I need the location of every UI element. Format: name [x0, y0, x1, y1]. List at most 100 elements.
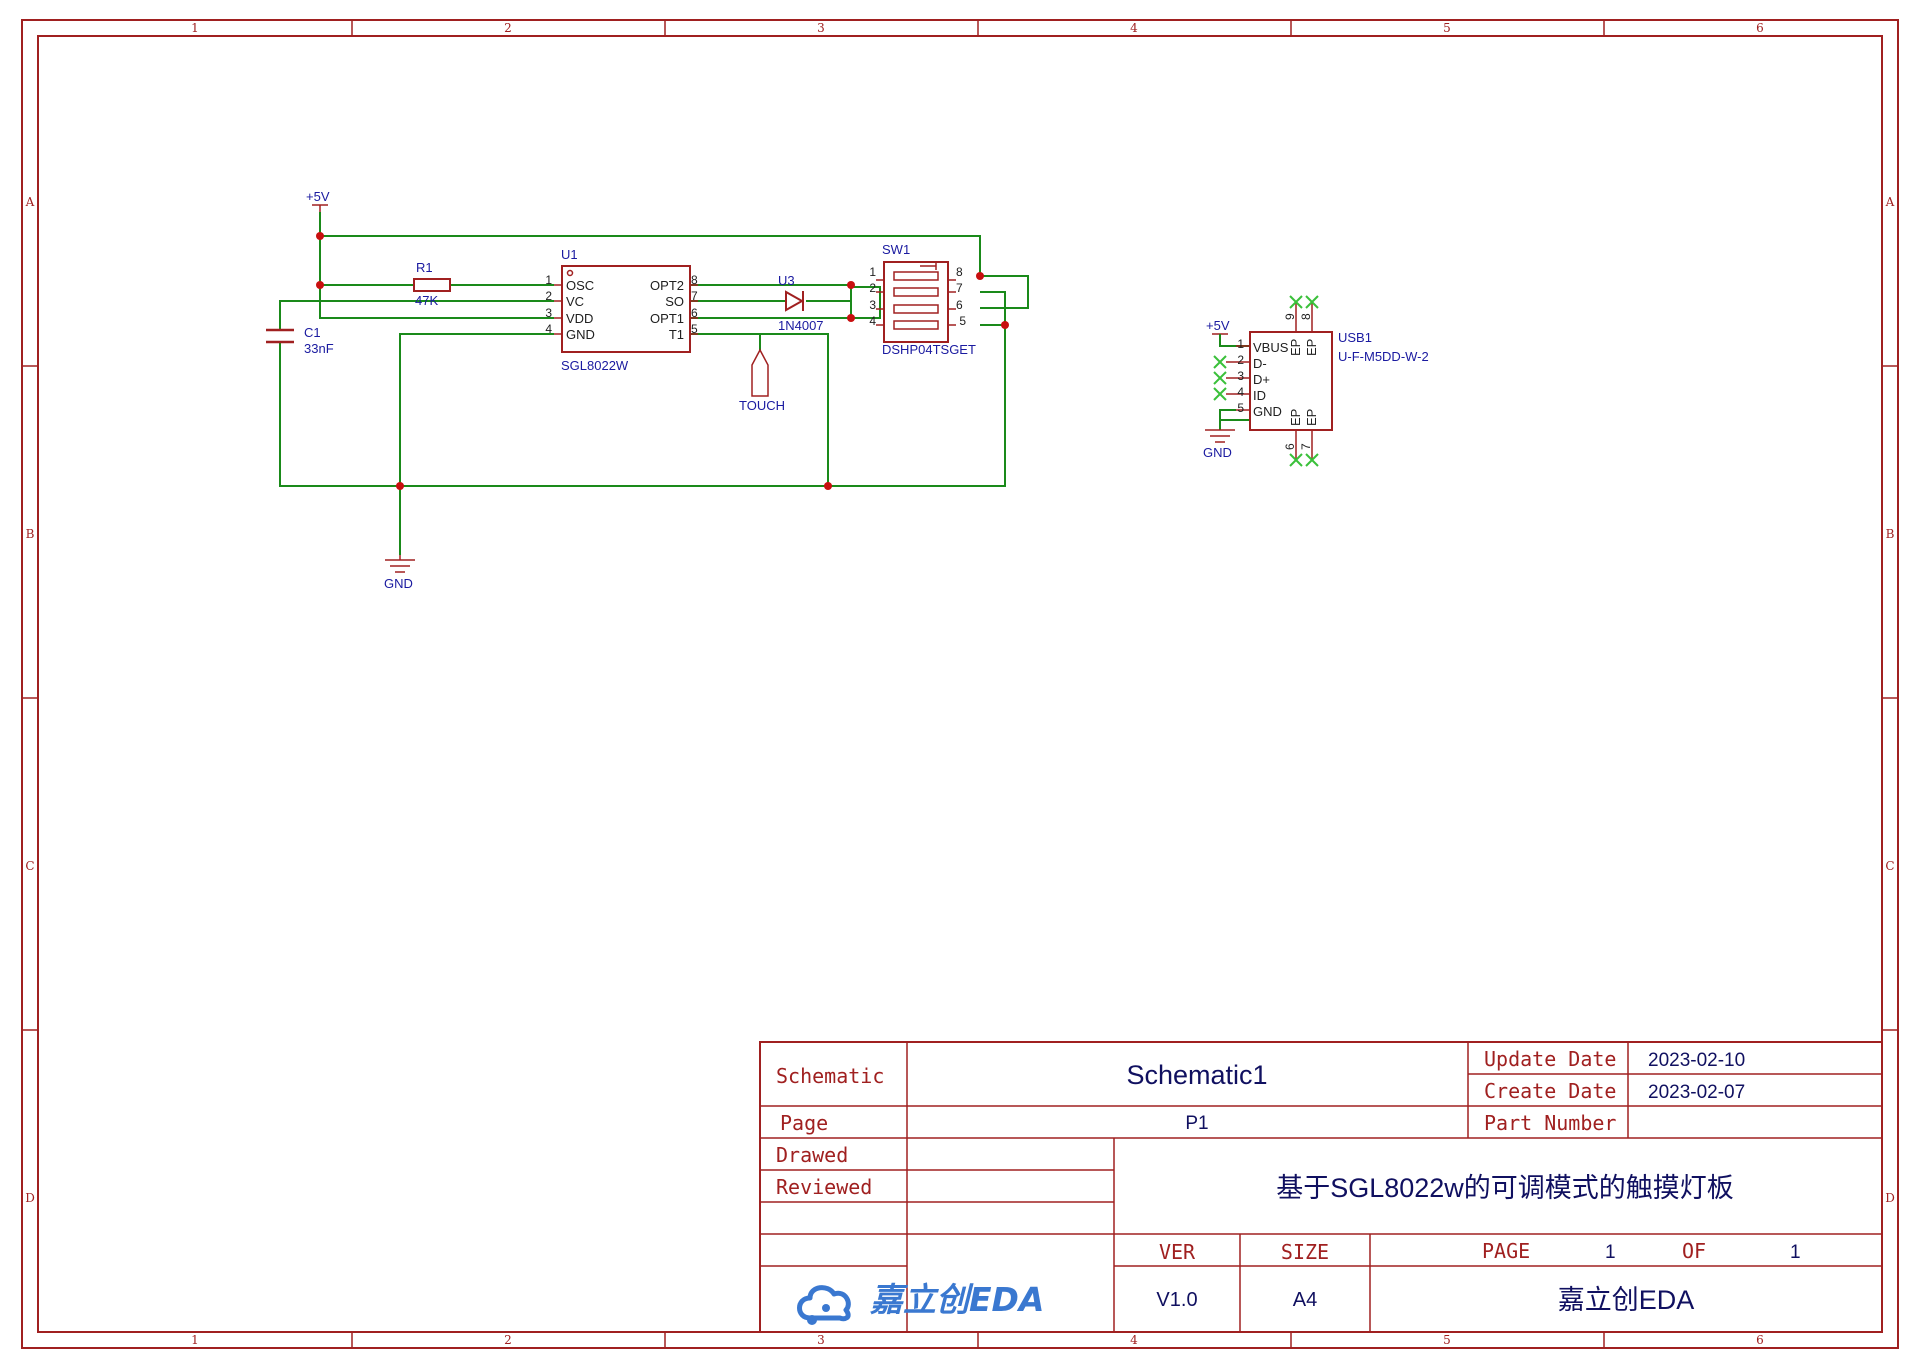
row-label: D	[1885, 1191, 1895, 1205]
usb-connector-usb1[interactable]: USB1 U-F-M5DD-W-2 1 2 3 4 5 VBUS D- D+ I…	[1236, 302, 1429, 460]
size-value: A4	[1293, 1289, 1317, 1311]
frame-row-labels-right: A B C D	[1885, 195, 1895, 1205]
row-label: D	[25, 1191, 35, 1205]
pin-number: 5	[1237, 401, 1244, 415]
schematic-label: Schematic	[776, 1064, 884, 1088]
page-label: Page	[780, 1111, 828, 1135]
ver-label: VER	[1159, 1240, 1196, 1264]
pin-name: D+	[1253, 372, 1270, 387]
power-label: +5V	[1206, 318, 1230, 333]
c1-value: 33nF	[304, 341, 334, 356]
pin-number: 6	[691, 306, 698, 320]
row-label: A	[25, 195, 35, 209]
logo: 嘉立创EDA	[797, 1280, 1044, 1325]
pin-name: OPT1	[650, 311, 684, 326]
pin-name: SO	[665, 294, 684, 309]
u1-ref: U1	[561, 247, 578, 262]
pin-name: EP	[1304, 409, 1319, 426]
pin-name: GND	[1253, 404, 1282, 419]
pin-number: 2	[545, 289, 552, 303]
pin-name: VBUS	[1253, 340, 1289, 355]
page-total: 1	[1790, 1242, 1801, 1263]
pin-name: VC	[566, 294, 584, 309]
pin-name: OSC	[566, 278, 594, 293]
col-label: 4	[1130, 1333, 1138, 1347]
pin-number: 8	[956, 265, 963, 279]
pin-name: GND	[566, 327, 595, 342]
page-number: 1	[1605, 1242, 1616, 1263]
u3-ref: U3	[778, 273, 795, 288]
schematic-name: Schematic1	[1126, 1060, 1267, 1090]
row-label: B	[26, 527, 35, 541]
col-label: 4	[1130, 21, 1138, 35]
pin-number: 8	[1299, 313, 1313, 320]
pin-name: ID	[1253, 388, 1266, 403]
power-5v-symbol-usb: +5V	[1206, 318, 1236, 347]
col-label: 1	[191, 21, 199, 35]
update-date: 2023-02-10	[1648, 1050, 1745, 1071]
part-number-label: Part Number	[1484, 1111, 1616, 1135]
row-label: C	[25, 859, 34, 873]
pin-number: 3	[869, 298, 876, 312]
pin-name: D-	[1253, 356, 1267, 371]
row-label: B	[1886, 527, 1895, 541]
u3-value: 1N4007	[778, 318, 824, 333]
create-date-label: Create Date	[1484, 1079, 1616, 1103]
pin-name: OPT2	[650, 278, 684, 293]
pin-number: 4	[1237, 385, 1244, 399]
ver-value: V1.0	[1156, 1289, 1197, 1311]
diode-u3[interactable]: U3 1N4007	[778, 273, 824, 333]
col-label: 1	[191, 1333, 199, 1347]
pin-number: 5	[691, 322, 698, 336]
reviewed-label: Reviewed	[776, 1175, 872, 1199]
col-label: 5	[1443, 21, 1451, 35]
ic-u1[interactable]: U1 SGL8022W 1 2 3 4 OSC VC VDD GND 8 7 6…	[545, 247, 698, 373]
pin-number: 5	[959, 314, 966, 328]
pin-number: 7	[691, 289, 698, 303]
switch-slides	[893, 262, 939, 330]
ground-symbol-usb: GND	[1203, 409, 1236, 460]
touch-label: TOUCH	[739, 398, 785, 413]
frame-row-labels-left: A B C D	[25, 195, 35, 1205]
pin-name: EP	[1288, 409, 1303, 426]
power-label: +5V	[306, 189, 330, 204]
pin-name: T1	[669, 327, 684, 342]
update-date-label: Update Date	[1484, 1047, 1616, 1071]
schematic-sheet: 1 2 3 4 5 6 1 2 3 4 5 6 A B C D A B C D	[21, 19, 1899, 1349]
pin-number: 4	[869, 314, 876, 328]
pin-number: 4	[545, 322, 552, 336]
pin-name: EP	[1288, 339, 1303, 356]
col-label: 5	[1443, 1333, 1451, 1347]
col-label: 3	[817, 1333, 825, 1347]
outer-frame	[21, 19, 1899, 1349]
row-label: C	[1885, 859, 1894, 873]
pin-name: VDD	[566, 311, 593, 326]
pin-number: 2	[1237, 353, 1244, 367]
r1-value: 47K	[415, 293, 438, 308]
usb1-ref: USB1	[1338, 330, 1372, 345]
company-name: 嘉立创EDA	[1558, 1285, 1695, 1315]
pin-number: 1	[869, 265, 876, 279]
r1-ref: R1	[416, 260, 433, 275]
size-label: SIZE	[1281, 1240, 1329, 1264]
ground-label: GND	[384, 576, 413, 591]
col-label: 6	[1756, 21, 1764, 35]
pin-number: 3	[545, 306, 552, 320]
pin-number: 8	[691, 273, 698, 287]
pin-number: 7	[1299, 443, 1313, 450]
ground-symbol-main: GND	[384, 555, 415, 591]
capacitor-c1[interactable]: C1 33nF	[266, 325, 334, 356]
col-label: 3	[817, 21, 825, 35]
ground-label: GND	[1203, 445, 1232, 460]
touch-net-flag[interactable]: TOUCH	[738, 333, 785, 413]
page-value: P1	[1185, 1113, 1208, 1134]
row-label: A	[1885, 195, 1895, 209]
dip-switch-sw1[interactable]: SW1 DSHP04TSGET 1 2 3 4 8 7 6 5	[869, 242, 976, 357]
pin-number: 3	[1237, 369, 1244, 383]
logo-text: 嘉立创EDA	[870, 1280, 1044, 1319]
pin-name: EP	[1304, 339, 1319, 356]
page-number-label: PAGE	[1482, 1239, 1530, 1263]
pin-number: 2	[869, 281, 876, 295]
power-5v-symbol-main: +5V	[306, 189, 330, 212]
pin-number: 1	[545, 273, 552, 287]
